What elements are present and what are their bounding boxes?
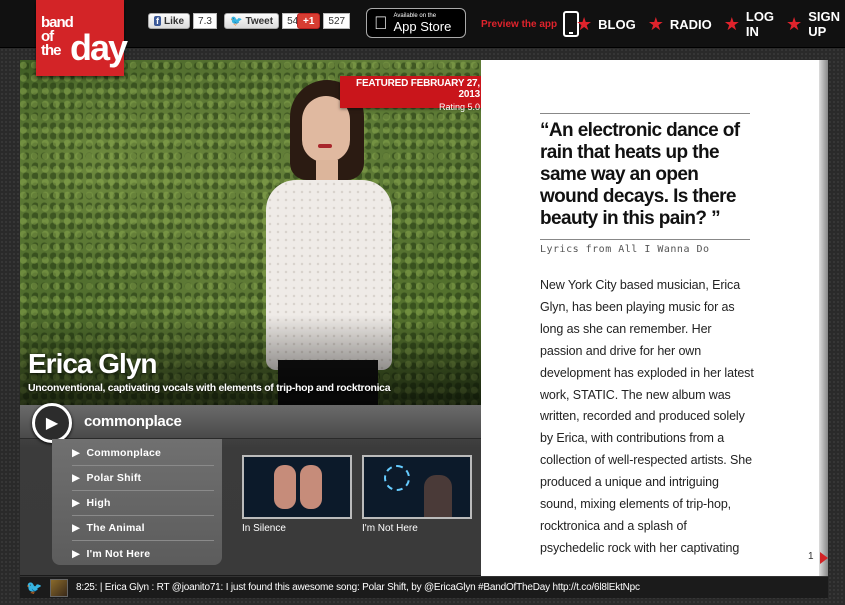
preview-app-link[interactable]: Preview the app	[481, 0, 580, 48]
gplus-count: 527	[323, 13, 351, 29]
artist-name: Erica Glyn	[28, 348, 158, 379]
star-icon: ★	[576, 13, 593, 34]
video-thumb-image[interactable]	[242, 455, 352, 519]
tweet-text[interactable]: 8:25: | Erica Glyn : RT @joanito71: I ju…	[76, 582, 640, 593]
track-title: Polar Shift	[86, 472, 142, 484]
article-body: New York City based musician, Erica Glyn…	[540, 278, 754, 555]
track-title: The Animal	[86, 522, 145, 534]
avatar[interactable]	[50, 578, 68, 597]
twitter-bird-icon: 🐦	[230, 15, 243, 27]
gplus-button[interactable]: +1	[297, 13, 321, 29]
video-thumb-image[interactable]	[362, 455, 472, 519]
logo-word-day: day	[70, 27, 128, 68]
app-store-big-text: App Store	[380, 18, 452, 34]
track-item[interactable]: ▶ Polar Shift	[72, 466, 214, 491]
thumb-face-shape	[300, 465, 322, 509]
apple-icon: 	[374, 13, 388, 34]
lips-shape	[318, 144, 332, 148]
gplus-label: +1	[303, 15, 315, 27]
video-caption[interactable]: I'm Not Here	[362, 523, 472, 534]
star-icon: ★	[647, 13, 664, 34]
facebook-icon: f	[154, 16, 161, 26]
nav-login[interactable]: ★ LOG IN	[724, 9, 774, 39]
now-playing-title: commonplace	[84, 413, 182, 430]
artist-tagline: Unconventional, captivating vocals with …	[28, 382, 391, 394]
thumb-figure-shape	[424, 475, 452, 517]
facebook-like-label: Like	[164, 15, 185, 27]
next-page-arrow-icon[interactable]	[820, 552, 828, 564]
track-list: ▶ Commonplace ▶ Polar Shift ▶ High ▶ The…	[52, 439, 222, 565]
nav-radio[interactable]: ★ RADIO	[648, 14, 712, 35]
track-title: Commonplace	[86, 447, 162, 459]
quote-divider-bottom	[540, 239, 750, 240]
video-thumbnails: In Silence I'm Not Here	[242, 455, 472, 534]
app-store-badge[interactable]:  Available on the App Store	[366, 8, 466, 38]
featured-date: FEATURED FEBRUARY 27, 2013	[356, 78, 480, 100]
track-item[interactable]: ▶ High	[72, 491, 214, 516]
facebook-like-widget[interactable]: f Like 7.3	[148, 13, 217, 29]
facebook-like-count: 7.3	[193, 13, 217, 29]
play-icon: ▶	[45, 415, 59, 432]
twitter-bird-icon: 🐦	[26, 579, 43, 595]
video-caption[interactable]: In Silence	[242, 523, 352, 534]
main-nav: ★ BLOG ★ RADIO ★ LOG IN ★ SIGN UP	[576, 0, 845, 48]
ferris-wheel-shape	[384, 465, 410, 491]
tweet-button[interactable]: 🐦 Tweet	[224, 13, 280, 29]
nav-login-label: LOG IN	[745, 9, 775, 39]
track-item[interactable]: ▶ The Animal	[72, 516, 214, 541]
track-title: High	[86, 497, 111, 509]
track-item[interactable]: ▶ Commonplace	[72, 441, 214, 466]
video-thumb[interactable]: In Silence	[242, 455, 352, 534]
rating: Rating 5.0	[438, 102, 480, 112]
track-item[interactable]: ▶ I'm Not Here	[72, 541, 214, 566]
facebook-like-button[interactable]: f Like	[148, 13, 191, 29]
star-icon: ★	[786, 13, 803, 34]
pull-quote: “An electronic dance of rain that heats …	[540, 120, 740, 229]
video-thumb[interactable]: I'm Not Here	[362, 455, 472, 534]
quote-divider-top	[540, 113, 750, 114]
music-player: ▶ commonplace ▶ Commonplace ▶ Polar Shif…	[20, 403, 481, 575]
page-edge	[819, 60, 828, 576]
gplus-widget[interactable]: +1 527	[297, 13, 351, 29]
preview-app-label: Preview the app	[481, 18, 558, 30]
nav-blog-label: BLOG	[598, 16, 636, 32]
logo-word-the: the	[41, 42, 61, 59]
featured-badge: FEATURED FEBRUARY 27, 2013 Rating 5.0	[340, 76, 488, 112]
thumb-face-shape	[274, 465, 296, 509]
nav-blog[interactable]: ★ BLOG	[576, 14, 636, 35]
quote-source: Lyrics from All I Wanna Do	[540, 244, 710, 255]
site-logo[interactable]: band of the day	[36, 0, 128, 76]
track-title: I'm Not Here	[86, 547, 151, 560]
tweet-label: Tweet	[245, 15, 274, 27]
nav-radio-label: RADIO	[669, 16, 712, 32]
twitter-ticker: 🐦 8:25: | Erica Glyn : RT @joanito71: I …	[20, 576, 828, 598]
star-icon: ★	[723, 13, 740, 34]
page-number: 1	[808, 551, 814, 562]
nav-signup-label: SIGN UP	[808, 9, 840, 39]
play-button[interactable]: ▶	[32, 403, 72, 443]
nav-signup[interactable]: ★ SIGN UP	[786, 9, 840, 39]
